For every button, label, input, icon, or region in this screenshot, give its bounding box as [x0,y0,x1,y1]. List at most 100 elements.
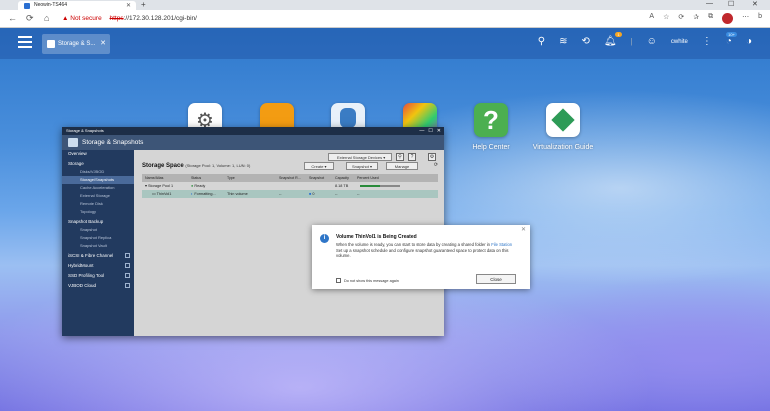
search-icon[interactable]: ⚲ [396,153,404,161]
username[interactable]: cwhite [671,39,688,45]
external-storage-dropdown[interactable]: External Storage Devices ▾ [328,153,392,161]
table-row[interactable]: ▭ ThinVol1 ◐ Formatting... Thin volume -… [142,190,438,198]
edge-sidebar-icon[interactable]: b [758,13,762,24]
more-icon[interactable]: ⋯ [742,13,749,24]
reload-icon[interactable]: ⟳ [26,13,34,24]
table-header: Name/Alias Status Type Snapshot R... Sna… [142,174,438,182]
checkbox-icon[interactable] [336,278,341,283]
col-status[interactable]: Status [188,174,224,182]
refresh-icon[interactable]: ⟳ [432,162,440,170]
close-button[interactable]: Close [476,274,516,284]
col-snapshot-r[interactable]: Snapshot R... [276,174,306,182]
storage-app-icon [68,138,78,147]
expand-icon[interactable]: ▾ [145,184,147,188]
resource-monitor-icon[interactable]: ◑ [746,36,752,47]
formatting-status-icon: ◐ [191,192,194,196]
create-button[interactable]: Create ▾ [304,162,334,170]
url-scheme: https [109,15,124,22]
snapshot-icon: ■ [309,192,312,196]
sidebar-item-snapshot-vault[interactable]: Snapshot Vault [62,242,134,250]
virtualization-guide-icon[interactable] [546,103,580,137]
sync-icon[interactable]: ⟲ [582,36,590,47]
window-titlebar-text: Storage & Snapshots [66,128,104,133]
file-station-link[interactable]: File Station [491,242,512,247]
background-tasks-icon[interactable]: ≋ [559,36,567,47]
settings-gear-icon[interactable]: ⚙ [428,153,436,161]
taskbar-window-tab[interactable]: Storage & S... ✕ [42,34,110,54]
browser-tab[interactable]: Neowin-TS464 ✕ [18,1,136,10]
storage-space-subtitle: (Storage Pool: 1, Volume: 1, LUN: 0) [185,163,251,168]
main-menu-icon[interactable] [18,36,32,48]
col-percent-used[interactable]: Percent Used [354,174,438,182]
window-maximize-icon[interactable]: ☐ [428,127,432,135]
new-tab-button[interactable]: + [141,0,146,9]
manage-button[interactable]: Manage [386,162,418,170]
info-icon: i [320,234,329,243]
sidebar-item-remote-disk[interactable]: Remote Disk [62,200,134,208]
sidebar-item-label: VJBOD Cloud [68,283,97,288]
sidebar-item-label: Disks/VJBOD [80,169,105,174]
col-snapshot[interactable]: Snapshot [306,174,332,182]
sidebar-item-label: SSD Profiling Tool [68,273,105,278]
collections-icon[interactable]: ⧉ [708,13,713,24]
read-aloud-icon[interactable]: A [649,13,654,24]
sidebar-item-overview[interactable]: Overview [62,150,134,158]
sidebar-item-snapshot-replica[interactable]: Snapshot Replica [62,234,134,242]
col-capacity[interactable]: Capacity [332,174,354,182]
window-minimize-icon[interactable]: — [419,127,424,135]
refresh-icon[interactable]: ⟳ [678,13,684,24]
minimize-button[interactable]: — [706,0,713,7]
security-label: Not secure [70,15,102,22]
sidebar-item-topology[interactable]: Topology [62,208,134,216]
user-icon[interactable]: ☺ [647,36,657,47]
dashboard-icon[interactable]: ◔ 10+ [726,32,737,47]
row-status: Ready [194,184,206,188]
more-options-icon[interactable]: ⋮ [702,36,712,47]
sidebar-item-vjbod-cloud[interactable]: VJBOD Cloud [62,282,134,290]
maximize-button[interactable]: ☐ [728,0,734,8]
window-close-icon[interactable]: ✕ [437,127,441,135]
favorite-icon[interactable]: ☆ [663,13,669,24]
url-field[interactable]: ▲ Not secure https://172.30.128.201/cgi-… [62,13,197,25]
close-tab-icon[interactable]: ✕ [126,2,131,9]
notification-icon[interactable]: 🔔︎ 1 [604,32,622,47]
sidebar-item-cache-acceleration[interactable]: Cache Acceleration [62,184,134,192]
url-path: ://172.30.128.201/cgi-bin/ [123,15,197,22]
home-icon[interactable]: ⌂ [44,13,49,23]
sidebar-item-snapshot-backup[interactable]: Snapshot Backup [62,218,134,226]
address-bar-row: ← ⟳ ⌂ ▲ Not secure https://172.30.128.20… [0,10,770,28]
dont-show-checkbox[interactable]: Do not show this message again [336,278,399,283]
row-status: Formatting... [194,192,216,196]
close-icon[interactable]: ✕ [100,34,106,54]
sidebar-item-hybridmount[interactable]: HybridMount [62,262,134,270]
favorites-bar-icon[interactable]: ✰ [693,13,699,24]
snapshot-button[interactable]: Snapshot ▾ [346,162,378,170]
sidebar-item-storage-snapshots[interactable]: Storage/Snapshots [62,176,134,184]
sidebar-item-label: Remote Disk [80,201,103,206]
dialog-close-icon[interactable]: ✕ [521,226,526,233]
sidebar-item-iscsi-fibre-channel[interactable]: iSCSI & Fibre Channel [62,252,134,260]
row-name: Storage Pool 1 [147,184,174,188]
profile-avatar[interactable] [722,13,734,24]
sidebar-item-storage[interactable]: Storage [62,160,134,168]
sidebar-item-ssd-profiling-tool[interactable]: SSD Profiling Tool [62,272,134,280]
qts-taskbar: Storage & S... ✕ ⚲ ≋ ⟲ 🔔︎ 1 | ☺ cwhite ⋮ … [0,28,770,59]
search-icon[interactable]: ⚲ [538,36,545,47]
sidebar-item-external-storage[interactable]: External Storage [62,192,134,200]
table-row[interactable]: ▾ Storage Pool 1 ● Ready 8.18 TB [142,182,438,190]
window-titlebar[interactable]: Storage & Snapshots — ☐ ✕ [62,127,444,135]
col-type[interactable]: Type [224,174,276,182]
sidebar-item-label: Snapshot Vault [80,243,107,248]
sidebar-item-disks-vjbod[interactable]: Disks/VJBOD [62,168,134,176]
browser-tabstrip: Neowin-TS464 ✕ + — ☐ ✕ [0,0,770,10]
row-name: ThinVol1 [156,192,172,196]
help-center-icon[interactable]: ? [474,103,508,137]
help-icon[interactable]: ? [408,153,416,161]
sidebar-item-label: HybridMount [68,263,94,268]
close-window-button[interactable]: ✕ [752,0,758,8]
sidebar-item-label: External Storage [80,193,110,198]
col-name[interactable]: Name/Alias [142,174,188,182]
storage-space-title-text: Storage Space [142,163,184,169]
back-icon[interactable]: ← [8,13,17,23]
sidebar-item-snapshot[interactable]: Snapshot [62,226,134,234]
